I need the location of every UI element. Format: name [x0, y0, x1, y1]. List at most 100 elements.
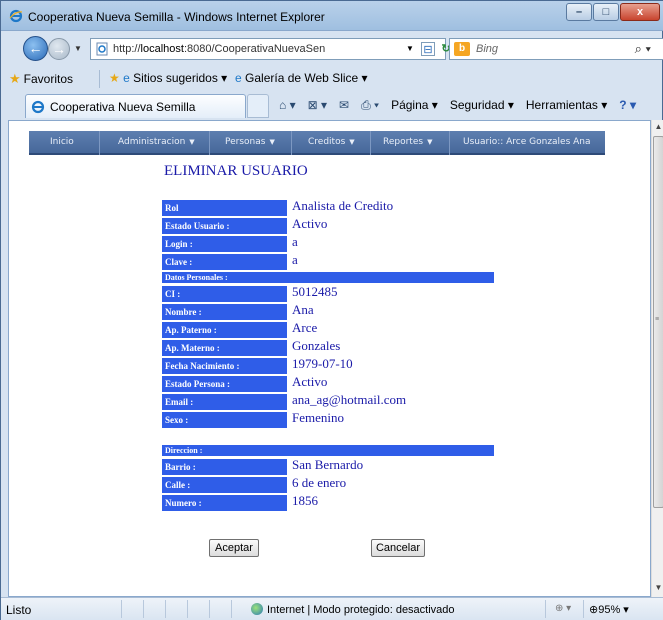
star-icon: ★	[9, 71, 21, 86]
field-label: Email :	[162, 394, 287, 410]
scroll-down-icon[interactable]: ▼	[653, 583, 663, 595]
web-slice-gallery-label: Galería de Web Slice ▾	[245, 71, 368, 85]
security-menu[interactable]: Seguridad ▾	[450, 98, 514, 113]
forward-button[interactable]: →	[48, 38, 70, 60]
field-value: Arce	[292, 320, 318, 335]
field-label: Rol	[162, 200, 287, 216]
field-value: Analista de Credito	[292, 198, 394, 213]
web-slice-gallery-button[interactable]: e Galería de Web Slice ▾	[235, 71, 368, 85]
menu-inicio[interactable]: Inicio	[50, 137, 74, 147]
cancel-button[interactable]: Cancelar	[371, 539, 425, 557]
field-value: Activo	[292, 374, 328, 389]
home-icon[interactable]: ⌂ ▾	[279, 98, 296, 113]
menu-divider	[291, 131, 292, 155]
minimize-button[interactable]: –	[566, 3, 592, 21]
field-label: Ap. Materno :	[162, 340, 287, 356]
field-value: a	[292, 252, 298, 267]
history-dropdown-icon[interactable]: ▼	[74, 44, 82, 53]
field-label: Estado Usuario :	[162, 218, 287, 234]
search-box[interactable]: b Bing ⌕ ▾	[449, 38, 663, 60]
menu-label: Usuario:: Arce Gonzales Ana	[463, 137, 591, 147]
status-divider	[165, 600, 166, 618]
section-datos-personales: Datos Personales :	[162, 272, 494, 283]
favorites-button[interactable]: ★ Favoritos	[9, 71, 73, 87]
url-text[interactable]: http://localhost:8080/CooperativaNuevaSe…	[113, 43, 403, 55]
field-label: Calle :	[162, 477, 287, 493]
field-value: a	[292, 234, 298, 249]
page-icon	[96, 42, 108, 56]
field-value: 5012485	[292, 284, 338, 299]
favorites-bar: ★ Favoritos ★ e Sitios sugeridos ▾ e Gale…	[1, 66, 663, 92]
menu-reportes[interactable]: Reportes ▼	[383, 137, 432, 147]
window-title: Cooperativa Nueva Semilla - Windows Inte…	[28, 10, 325, 24]
site-menu: Inicio Administracion ▼ Personas ▼ Credito…	[29, 131, 605, 155]
accept-button[interactable]: Aceptar	[209, 539, 259, 557]
address-bar[interactable]: http://localhost:8080/CooperativaNuevaSe…	[90, 38, 469, 60]
address-dropdown-icon[interactable]: ▼	[403, 42, 417, 56]
zoom-control[interactable]: ⊕95% ▾	[589, 603, 629, 616]
tab-bar: Cooperativa Nueva Semilla ⌂ ▾ ⊠ ▾ ✉ ⎙ ▾ …	[1, 92, 663, 120]
menu-personas[interactable]: Personas ▼	[225, 137, 275, 147]
tab-cooperativa[interactable]: Cooperativa Nueva Semilla	[25, 94, 246, 118]
close-button[interactable]: x	[620, 3, 660, 21]
new-tab-button[interactable]	[247, 94, 269, 118]
field-label: Login :	[162, 236, 287, 252]
suggested-sites-button[interactable]: ★ e Sitios sugeridos ▾	[109, 71, 227, 85]
status-divider	[583, 600, 584, 618]
chevron-down-icon: ▼	[427, 138, 433, 146]
status-divider	[143, 600, 144, 618]
add-favorite-icon: ★	[109, 71, 120, 85]
tools-menu[interactable]: Herramientas ▾	[526, 98, 607, 113]
menu-divider	[209, 131, 210, 155]
field-label: Estado Persona :	[162, 376, 287, 392]
status-divider	[209, 600, 210, 618]
forward-arrow-icon: →	[52, 41, 66, 57]
page-icon: e	[235, 71, 242, 85]
title-bar: Cooperativa Nueva Semilla - Windows Inte…	[1, 1, 663, 31]
search-icon[interactable]: ⌕ ▾	[635, 41, 651, 57]
mail-icon[interactable]: ✉	[339, 98, 349, 113]
menu-label: Creditos	[308, 137, 346, 147]
scroll-up-icon[interactable]: ▲	[653, 122, 663, 134]
field-label: Sexo :	[162, 412, 287, 428]
menu-administracion[interactable]: Administracion ▼	[118, 137, 195, 147]
field-value: Femenino	[292, 410, 344, 425]
field-label: Clave :	[162, 254, 287, 270]
url-prefix: http://	[113, 43, 141, 55]
menu-label: Inicio	[50, 137, 74, 147]
zoom-level: 95%	[598, 604, 621, 616]
command-bar: ⌂ ▾ ⊠ ▾ ✉ ⎙ ▾ Página ▾ Seguridad ▾ Herra…	[279, 98, 636, 113]
window-controls: – □ x	[565, 3, 660, 21]
menu-creditos[interactable]: Creditos ▼	[308, 137, 355, 147]
vertical-scrollbar[interactable]: ▲ ≡ ▼	[651, 120, 663, 597]
field-label: Nombre :	[162, 304, 287, 320]
status-divider	[187, 600, 188, 618]
ie-logo-icon	[9, 9, 23, 23]
page-icon: e	[123, 71, 130, 85]
menu-label: Reportes	[383, 137, 424, 147]
menu-usuario[interactable]: Usuario:: Arce Gonzales Ana	[463, 137, 591, 147]
chevron-down-icon: ▼	[269, 138, 275, 146]
field-value: 1856	[292, 493, 318, 508]
field-value: Ana	[292, 302, 314, 317]
status-text: Listo	[6, 603, 32, 617]
tab-label: Cooperativa Nueva Semilla	[50, 100, 196, 114]
search-placeholder: Bing	[476, 43, 499, 55]
page-menu[interactable]: Página ▾	[391, 98, 438, 113]
security-zone[interactable]: Internet | Modo protegido: desactivado	[251, 603, 455, 616]
maximize-button[interactable]: □	[593, 3, 619, 21]
url-host: localhost	[140, 43, 184, 55]
field-label: Numero :	[162, 495, 287, 511]
field-label: Barrio :	[162, 459, 287, 475]
print-icon[interactable]: ⎙ ▾	[361, 98, 379, 113]
status-divider	[231, 600, 232, 618]
status-divider	[545, 600, 546, 618]
chevron-down-icon: ▼	[189, 138, 195, 146]
protected-mode-icon[interactable]: ⊕ ▾	[555, 603, 571, 614]
back-button[interactable]: ←	[23, 36, 48, 61]
menu-divider	[99, 131, 100, 155]
feeds-icon[interactable]: ⊠ ▾	[308, 98, 327, 113]
help-icon[interactable]: ? ▾	[619, 98, 636, 113]
compatibility-view-icon[interactable]: ⊟	[421, 42, 435, 56]
bing-icon: b	[454, 42, 470, 56]
